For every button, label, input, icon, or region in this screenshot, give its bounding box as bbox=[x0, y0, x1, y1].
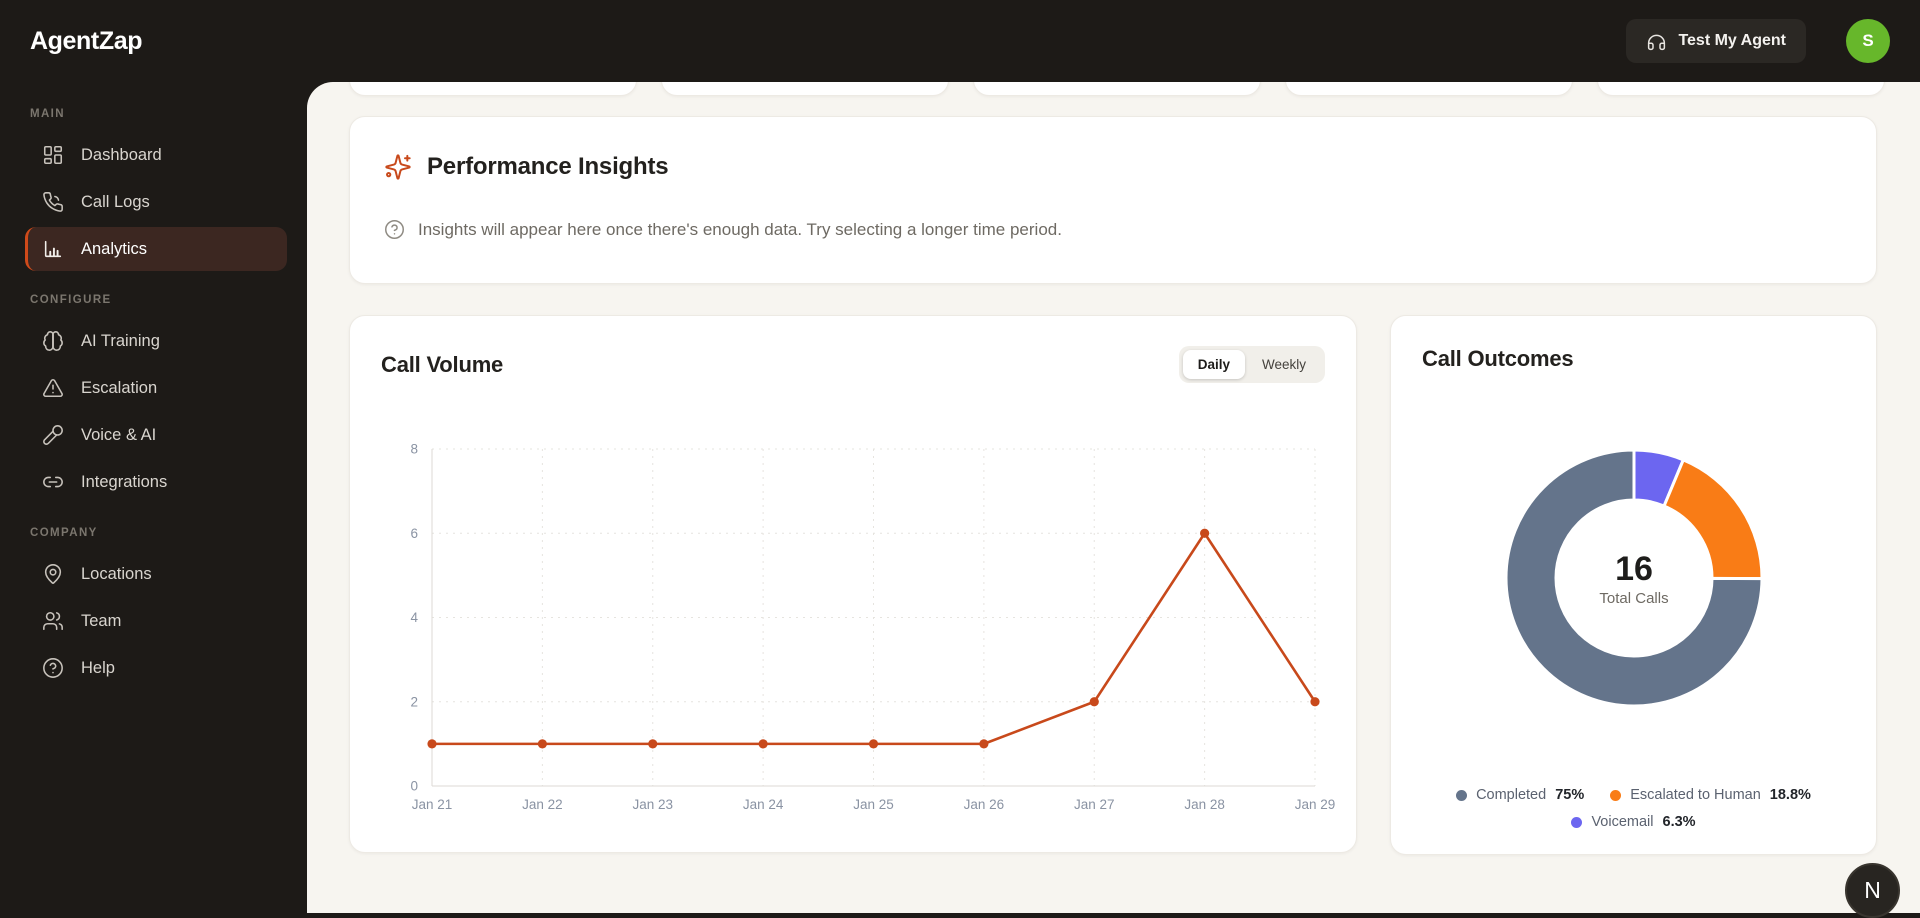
svg-text:Jan 23: Jan 23 bbox=[632, 797, 673, 812]
sidebar-section-label: MAIN bbox=[30, 108, 65, 120]
cutoff-stat-card bbox=[973, 82, 1261, 96]
sidebar: MAIN Dashboard Call Logs Analytics CONFIGURE… bbox=[0, 82, 307, 913]
sidebar-item-integrations[interactable]: Integrations bbox=[25, 460, 287, 504]
svg-text:Jan 21: Jan 21 bbox=[412, 797, 453, 812]
cutoff-stat-card bbox=[1597, 82, 1885, 96]
dashboard-icon bbox=[42, 144, 64, 166]
sidebar-section-label: COMPANY bbox=[30, 527, 98, 539]
cutoff-stat-card bbox=[1285, 82, 1573, 96]
call-volume-card: Call Volume Daily Weekly 0 2 4 6 8 Jan 21 Jan 2… bbox=[349, 315, 1357, 853]
toggle-daily[interactable]: Daily bbox=[1182, 350, 1245, 379]
sidebar-item-label: Locations bbox=[81, 564, 152, 583]
legend-value: 6.3% bbox=[1662, 814, 1696, 830]
bar-chart-icon bbox=[42, 238, 64, 260]
legend-item-escalated-to-human: Escalated to Human 18.8% bbox=[1610, 787, 1811, 803]
svg-text:4: 4 bbox=[410, 610, 418, 625]
sidebar-item-voice-ai[interactable]: Voice & AI bbox=[25, 413, 287, 457]
cutoff-stat-card bbox=[661, 82, 949, 96]
call-outcomes-card: Call Outcomes 16 Total Calls Completed 75… bbox=[1390, 315, 1877, 855]
legend-value: 18.8% bbox=[1769, 787, 1811, 803]
call-volume-line-chart: 0 2 4 6 8 Jan 21 Jan 22 Jan 23 Jan 24 Jan 25 Jan 2… bbox=[410, 442, 1336, 813]
legend-item-completed: Completed 75% bbox=[1456, 787, 1584, 803]
test-my-agent-button[interactable]: Test My Agent bbox=[1626, 19, 1806, 63]
sidebar-item-escalation[interactable]: Escalation bbox=[25, 366, 287, 410]
legend-dot bbox=[1456, 789, 1468, 801]
help-circle-icon bbox=[384, 219, 405, 240]
sparkles-icon bbox=[384, 153, 412, 181]
toggle-weekly[interactable]: Weekly bbox=[1247, 350, 1321, 379]
avatar[interactable]: S bbox=[1846, 19, 1890, 63]
sidebar-item-team[interactable]: Team bbox=[25, 599, 287, 643]
sidebar-item-analytics[interactable]: Analytics bbox=[25, 227, 287, 271]
sidebar-item-label: Analytics bbox=[81, 239, 148, 258]
avatar-initial: S bbox=[1862, 31, 1874, 50]
legend-dot bbox=[1571, 816, 1583, 828]
headset-icon bbox=[1646, 31, 1667, 52]
sidebar-item-label: Call Logs bbox=[81, 192, 150, 211]
call-outcomes-title: Call Outcomes bbox=[1422, 346, 1574, 371]
sidebar-item-locations[interactable]: Locations bbox=[25, 552, 287, 596]
help-circle-icon bbox=[42, 657, 64, 679]
svg-text:Jan 29: Jan 29 bbox=[1295, 797, 1336, 812]
legend-label: Escalated to Human bbox=[1630, 787, 1761, 803]
call-outcomes-legend: Completed 75% Escalated to Human 18.8% Voice… bbox=[1415, 787, 1852, 830]
sidebar-item-dashboard[interactable]: Dashboard bbox=[25, 133, 287, 177]
sidebar-item-label: Help bbox=[81, 658, 115, 677]
sidebar-item-label: Escalation bbox=[81, 378, 158, 397]
main-content: Performance Insights Insights will appea… bbox=[307, 82, 1920, 913]
svg-text:0: 0 bbox=[410, 779, 418, 794]
n-badge-label: N bbox=[1864, 877, 1881, 903]
sidebar-item-call-logs[interactable]: Call Logs bbox=[25, 180, 287, 224]
sidebar-item-label: Dashboard bbox=[81, 145, 162, 164]
users-icon bbox=[42, 610, 64, 632]
map-pin-icon bbox=[42, 563, 64, 585]
svg-text:Jan 22: Jan 22 bbox=[522, 797, 563, 812]
brain-icon bbox=[42, 330, 64, 352]
floating-n-badge[interactable]: N bbox=[1845, 863, 1900, 918]
legend-item-voicemail: Voicemail 6.3% bbox=[1571, 814, 1696, 830]
donut-chart-svg bbox=[1504, 448, 1764, 708]
call-outcomes-donut: 16 Total Calls bbox=[1484, 428, 1784, 728]
sidebar-item-label: Integrations bbox=[81, 472, 168, 491]
svg-text:Jan 28: Jan 28 bbox=[1184, 797, 1225, 812]
phone-icon bbox=[42, 191, 64, 213]
svg-text:Jan 27: Jan 27 bbox=[1074, 797, 1115, 812]
microphone-icon bbox=[42, 424, 64, 446]
legend-value: 75% bbox=[1555, 787, 1585, 803]
sidebar-item-label: Voice & AI bbox=[81, 425, 157, 444]
volume-period-toggle: Daily Weekly bbox=[1178, 346, 1325, 383]
topbar: AgentZap Test My Agent S bbox=[0, 0, 1920, 82]
insights-title: Performance Insights bbox=[427, 153, 669, 180]
svg-text:Jan 24: Jan 24 bbox=[743, 797, 784, 812]
insights-message: Insights will appear here once there's e… bbox=[418, 219, 1062, 239]
svg-text:6: 6 bbox=[410, 526, 418, 541]
legend-dot bbox=[1610, 789, 1622, 801]
sidebar-section-label: CONFIGURE bbox=[30, 294, 112, 306]
link-icon bbox=[42, 471, 64, 493]
legend-label: Voicemail bbox=[1591, 814, 1654, 830]
sidebar-item-help[interactable]: Help bbox=[25, 646, 287, 690]
legend-label: Completed bbox=[1476, 787, 1547, 803]
svg-text:Jan 25: Jan 25 bbox=[853, 797, 894, 812]
sidebar-item-ai-training[interactable]: AI Training bbox=[25, 319, 287, 363]
svg-text:2: 2 bbox=[410, 694, 418, 709]
performance-insights-card: Performance Insights Insights will appea… bbox=[349, 116, 1877, 284]
svg-text:Jan 26: Jan 26 bbox=[964, 797, 1005, 812]
cutoff-stat-card bbox=[349, 82, 637, 96]
sidebar-item-label: Team bbox=[81, 611, 122, 630]
warning-triangle-icon bbox=[42, 377, 64, 399]
app-logo: AgentZap bbox=[30, 26, 143, 55]
donut-slice-escalated-to-human bbox=[1662, 458, 1764, 581]
topbar-actions: Test My Agent S bbox=[1626, 19, 1890, 63]
sidebar-item-label: AI Training bbox=[81, 331, 160, 350]
svg-text:8: 8 bbox=[410, 442, 418, 457]
test-my-agent-label: Test My Agent bbox=[1678, 32, 1786, 49]
call-volume-title: Call Volume bbox=[381, 351, 504, 377]
